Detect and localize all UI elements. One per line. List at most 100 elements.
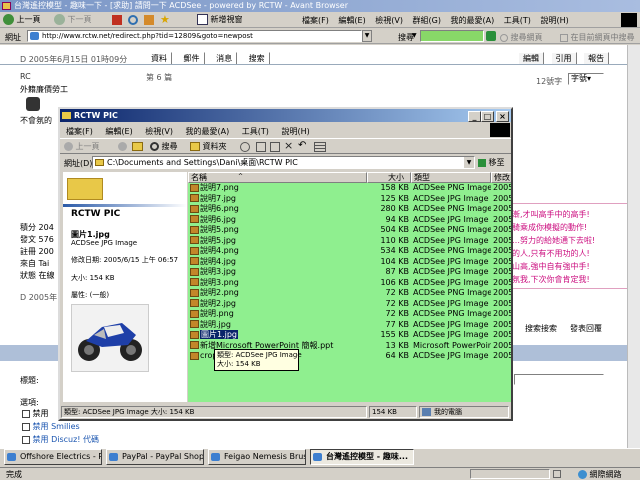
stop-icon[interactable] (112, 15, 122, 25)
taskbar-paypal[interactable]: PayPal - PayPal Shopping... (106, 449, 204, 465)
taskbar-offshore[interactable]: Offshore Electrics - R/c b... (4, 449, 102, 465)
explorer-menu-tools[interactable]: 工具(T) (242, 127, 269, 136)
checkbox-icon[interactable] (22, 435, 30, 444)
file-size: 125 KB (380, 193, 409, 203)
option-2[interactable]: 禁用 Smilies (22, 421, 80, 432)
image-file-icon (190, 309, 199, 318)
file-row[interactable]: 說明7.png 158 KB ACDSee PNG Image2005/6. (188, 183, 511, 194)
search-dropdown-icon[interactable]: ▼ (412, 32, 417, 39)
file-row[interactable]: 說明5.jpg 110 KB ACDSee JPG Image 2005/6. (188, 236, 511, 247)
column-name[interactable]: 名稱 (188, 172, 367, 183)
column-modified[interactable]: 修改日 (491, 172, 511, 183)
subject-input[interactable] (514, 374, 604, 385)
file-type-cell: ACDSee JPG Image (413, 267, 491, 278)
maximize-icon[interactable]: □ (481, 111, 494, 122)
menu-view[interactable]: 檢視(V) (375, 16, 403, 25)
file-row[interactable]: 說明6.png 280 KB ACDSee PNG Image2005/6. (188, 204, 511, 215)
explorer-address-input[interactable]: C:\Documents and Settings\Dani\桌面\RCTW P… (92, 156, 475, 169)
explorer-menu-bar: 檔案(F) 編輯(E) 檢視(V) 我的最愛(A) 工具(T) 說明(H) (66, 126, 310, 137)
delete-icon[interactable]: × (284, 140, 293, 152)
search-web-button[interactable]: 搜尋網頁 (500, 32, 543, 43)
refresh-icon[interactable] (128, 15, 138, 25)
option-1[interactable]: 禁用 (22, 408, 49, 419)
checkbox-icon[interactable] (22, 409, 30, 418)
up-folder-icon[interactable] (132, 142, 143, 151)
menu-file[interactable]: 檔案(F) (302, 16, 329, 25)
menu-tools[interactable]: 工具(T) (504, 16, 531, 25)
explorer-menu-favorites[interactable]: 我的最愛(A) (186, 127, 230, 136)
column-size[interactable]: 大小 (367, 172, 411, 183)
back-arrow-icon (3, 14, 14, 25)
minimize-icon[interactable]: _ (468, 111, 481, 122)
forward-button[interactable]: 下一頁 (54, 14, 100, 26)
explorer-menu-view[interactable]: 檢視(V) (145, 127, 173, 136)
file-name: 說明2.jpg (200, 298, 237, 308)
menu-edit[interactable]: 編輯(E) (338, 16, 365, 25)
file-type: Microsoft PowerPoin... (413, 340, 491, 350)
home-icon[interactable] (144, 15, 154, 25)
file-row[interactable]: 說明3.png 106 KB ACDSee JPG Image 2005/6. (188, 278, 511, 289)
post-reply-link[interactable]: 發表回覆 (570, 323, 602, 334)
page-scrollbar[interactable] (627, 45, 640, 448)
explorer-back-button[interactable]: 上一頁 (64, 141, 100, 152)
move-to-icon[interactable] (256, 142, 266, 152)
file-row[interactable]: 說明.png 72 KB ACDSee PNG Image2005/6. (188, 309, 511, 320)
back-button[interactable]: 上一頁 (3, 14, 49, 26)
explorer-folders-button[interactable]: 資料夾 (190, 141, 227, 152)
option-3[interactable]: 禁用 Discuz! 代碼 (22, 434, 99, 445)
file-row[interactable]: 圖片1.jpg 155 KB ACDSee JPG Image 2005/6. (188, 330, 511, 341)
close-icon[interactable]: × (496, 111, 509, 122)
menu-group[interactable]: 群組(G) (413, 16, 441, 25)
image-file-icon (190, 215, 199, 223)
search-input[interactable] (420, 30, 484, 42)
file-row[interactable]: 說明4.jpg 104 KB ACDSee JPG Image 2005/6. (188, 257, 511, 268)
file-type-cell: Microsoft PowerPoin... (413, 341, 491, 352)
file-size-cell: 280 KB (367, 204, 409, 215)
address-dropdown-icon[interactable]: ▼ (362, 30, 372, 42)
file-size-cell: 155 KB (367, 330, 409, 341)
go-button[interactable]: 移至 (478, 157, 505, 168)
file-row[interactable]: 說明5.png 504 KB ACDSee PNG Image2005/6. (188, 225, 511, 236)
file-row[interactable]: 說明3.jpg 87 KB ACDSee JPG Image 2005/6. (188, 267, 511, 278)
explorer-menu-file[interactable]: 檔案(F) (66, 127, 93, 136)
search-posts-link[interactable]: 搜索接索 (525, 323, 557, 334)
views-icon[interactable] (314, 142, 326, 152)
big-folder-icon (67, 178, 103, 200)
file-row[interactable]: 說明4.png 534 KB ACDSee PNG Image2005/6. (188, 246, 511, 257)
file-row[interactable]: 說明2.png 72 KB ACDSee PNG Image2005/6. (188, 288, 511, 299)
history-icon[interactable] (240, 142, 250, 152)
file-size: 504 KB (380, 225, 409, 234)
address-input[interactable]: http://www.rctw.net/redirect.php?tid=128… (27, 30, 362, 42)
file-date-cell: 2005/6. (493, 309, 511, 320)
search-page-button[interactable]: 在目前網頁中搜尋 (560, 32, 635, 43)
menu-help[interactable]: 說明(H) (540, 16, 568, 25)
file-date: 2005/6. (493, 214, 511, 224)
favorites-icon[interactable]: ★ (160, 14, 170, 26)
search-go-icon[interactable] (486, 31, 496, 41)
checkbox-icon[interactable] (22, 422, 30, 431)
my-computer-icon (422, 408, 431, 416)
new-window-button[interactable]: 新增視窗 (197, 14, 243, 26)
undo-icon[interactable]: ↶ (298, 140, 306, 152)
user-name[interactable]: RC (20, 72, 31, 81)
font-size-select[interactable]: 字號▾ (568, 73, 604, 85)
file-row[interactable]: 說明6.jpg 94 KB ACDSee JPG Image 2005/6. (188, 215, 511, 226)
explorer-menu-edit[interactable]: 編輯(E) (105, 127, 132, 136)
explorer-menu-help[interactable]: 說明(H) (281, 127, 309, 136)
menu-favorites[interactable]: 我的最愛(A) (451, 16, 495, 25)
explorer-search-button[interactable]: 搜尋 (150, 141, 178, 152)
explorer-address-dropdown-icon[interactable]: ▼ (464, 157, 474, 168)
file-row[interactable]: 說明2.jpg 72 KB ACDSee JPG Image 2005/6. (188, 299, 511, 310)
file-name: 說明3.png (200, 277, 239, 287)
explorer-back-icon (64, 142, 73, 151)
file-row[interactable]: 說明7.jpg 125 KB ACDSee JPG Image 2005/6. (188, 194, 511, 205)
explorer-forward-icon[interactable] (118, 142, 127, 151)
taskbar-feigao[interactable]: Feigao Nemesis Brushles... (208, 449, 306, 465)
file-row[interactable]: 說明.jpg 77 KB ACDSee JPG Image 2005/6. (188, 320, 511, 331)
taskbar-rctw[interactable]: 台灣遙控模型 - 趣味... (310, 449, 414, 465)
copy-to-icon[interactable] (270, 142, 280, 152)
column-type[interactable]: 類型 (411, 172, 491, 183)
forward-arrow-icon (54, 14, 65, 25)
file-date: 2005/6. (493, 288, 511, 297)
file-date-cell: 2005/6. (493, 341, 511, 352)
